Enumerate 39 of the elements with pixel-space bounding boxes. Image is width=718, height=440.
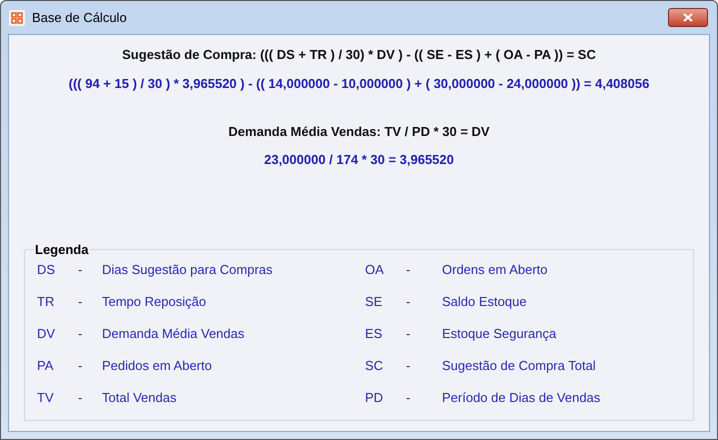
close-icon (683, 13, 693, 22)
legend-dash: - (78, 292, 84, 311)
legend-dash: - (406, 388, 412, 407)
app-logo-icon (9, 10, 25, 26)
legend-dash: - (78, 356, 84, 375)
legend-description: Pedidos em Aberto (102, 356, 212, 375)
legend-code: SC (365, 356, 384, 375)
legend-description: Demanda Média Vendas (102, 324, 244, 343)
close-button[interactable] (668, 8, 708, 27)
legend-description: Saldo Estoque (442, 292, 527, 311)
legend-code: OA (365, 260, 385, 279)
legend-description: Total Vendas (102, 388, 176, 407)
legend-dash: - (406, 292, 412, 311)
legend-code: PD (365, 388, 384, 407)
legend-dash: - (78, 324, 84, 343)
legend-description: Sugestão de Compra Total (442, 356, 596, 375)
formula-heading: Sugestão de Compra: ((( DS + TR ) / 30) * DV ) - (( SE - ES ) + ( OA - PA )) = SC (122, 46, 596, 64)
legend-code: SE (365, 292, 384, 311)
legend-dash: - (78, 388, 84, 407)
legend-dash: - (406, 324, 412, 343)
legend-dash: - (406, 260, 412, 279)
legend-code: TV (37, 388, 55, 407)
legend-dash: - (406, 356, 412, 375)
legend-code: DS (37, 260, 56, 279)
legend-description: Dias Sugestão para Compras (102, 260, 273, 279)
legend-code: ES (365, 324, 384, 343)
formula-heading: Demanda Média Vendas: TV / PD * 30 = DV (228, 122, 490, 140)
legend-description: Ordens em Aberto (442, 260, 548, 279)
formula-result: 23,000000 / 174 * 30 = 3,965520 (263, 151, 455, 168)
legend-code: TR (37, 292, 56, 311)
window-title: Base de Cálculo (32, 8, 127, 27)
legend-dash: - (78, 260, 84, 279)
legend-description: Estoque Segurança (442, 324, 556, 343)
formula-result: ((( 94 + 15 ) / 30 ) * 3,965520 ) - (( 14,000000 - 10,000000 ) + ( 30,000000 - 24,000000 )) = 4,408056 (68, 74, 650, 92)
legend-code: PA (37, 356, 54, 375)
legend-description: Período de Dias de Vendas (442, 388, 600, 407)
legend-code: DV (37, 324, 56, 343)
legend-description: Tempo Reposição (102, 292, 206, 311)
legend-title: Legenda (34, 240, 90, 259)
